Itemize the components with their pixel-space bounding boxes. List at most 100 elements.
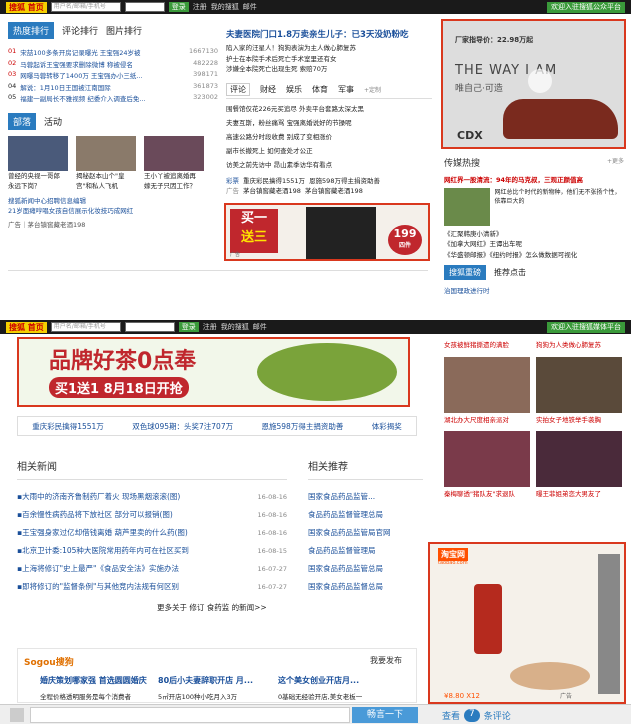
hot-headline[interactable]: 网红界一股清流：94年的马克叔，三观正颜值高 bbox=[444, 175, 624, 186]
rank-item[interactable]: 02 马蓉起诉王宝强要求删除微博 称被侵名 482228 bbox=[8, 59, 218, 71]
pic-caption[interactable]: 狗狗为人类做心肺复苏 bbox=[536, 340, 601, 351]
media-platform-link[interactable]: 欢迎入驻搜狐公众平台 bbox=[547, 1, 625, 13]
more-related-link[interactable]: 更多关于 修订 食药监 的新闻>> bbox=[157, 602, 287, 613]
rank-item[interactable]: 05 福建一副局长不雅视频 纪委介入调查后免... 323002 bbox=[8, 93, 218, 105]
publish-link[interactable]: 我要发布 bbox=[370, 655, 402, 666]
pic-caption[interactable]: 湖北办大尺度相亲派对 bbox=[444, 415, 530, 426]
username-input[interactable]: 用户名/邮箱/手机号 bbox=[50, 2, 121, 12]
register-link-2[interactable]: 注册 bbox=[203, 322, 217, 332]
tab-military[interactable]: 军事 bbox=[338, 84, 354, 95]
news-item[interactable]: 陷入家的汪星人！狗狗表演为主人做心肺复苏 bbox=[226, 43, 432, 54]
tab-comment-rank[interactable]: 评论排行 bbox=[62, 24, 98, 37]
related-item[interactable]: ▪ 北京卫计委:105种大医院常用药年内可在社区买到 16-08-15 bbox=[17, 542, 287, 560]
view-comments-link[interactable]: 查看 7 条评论 bbox=[442, 709, 511, 722]
related-item[interactable]: ▪ 百余慢性病药品将下放社区 部分可以报销(图) 16-08-16 bbox=[17, 506, 287, 524]
tab-sports[interactable]: 体育 bbox=[312, 84, 328, 95]
login-button-2[interactable]: 登录 bbox=[178, 322, 199, 332]
my-sohu-link[interactable]: 我的搜狐 bbox=[211, 2, 239, 12]
tab-activity[interactable]: 活动 bbox=[44, 115, 62, 128]
mail-link[interactable]: 邮件 bbox=[243, 2, 257, 12]
tab-tribe[interactable]: 部落 bbox=[8, 112, 37, 130]
tab-customize[interactable]: +定制 bbox=[364, 85, 381, 94]
more-link[interactable]: +更多 bbox=[607, 156, 624, 169]
lottery-link[interactable]: 恩施598万得主捐资助善 bbox=[309, 176, 380, 187]
password-input-2[interactable] bbox=[124, 322, 175, 332]
taobao-ad[interactable]: 淘宝网 taobao.com ¥8.80 X12 广告 bbox=[428, 542, 626, 704]
news-item[interactable]: 涉嫌全本院死亡出现生死 索赔70万 bbox=[226, 64, 432, 75]
rec-item[interactable]: 国家食品药品监管... bbox=[308, 488, 423, 506]
rank-item[interactable]: 03 网曝马蓉转移了1400万 王宝强办小三纸... 398171 bbox=[8, 70, 218, 82]
login-button[interactable]: 登录 bbox=[168, 2, 189, 12]
ticker-link[interactable]: 恩施598万得主捐资助善 bbox=[262, 421, 344, 432]
news-item[interactable]: 高速公路分时段收费 别成了变相涨价 bbox=[226, 130, 432, 144]
tab-finance[interactable]: 财经 bbox=[260, 84, 276, 95]
sohu-logo[interactable]: 搜狐 首页 bbox=[6, 1, 47, 13]
sohu-logo-2[interactable]: 搜狐 首页 bbox=[6, 321, 47, 333]
rec-item[interactable]: 国家食品药品监督总局 bbox=[308, 578, 423, 596]
hot-link[interactable]: 《汇聚韩庚小清新》 bbox=[444, 229, 624, 240]
rank-item[interactable]: 01 宋喆100多条开房记录曝光 王宝强24岁被 1667130 bbox=[8, 47, 218, 59]
ad-link[interactable]: 茅台镇窖藏老酒198 bbox=[305, 186, 363, 197]
hot-link[interactable]: 《华盛顿邮报》《纽约时报》怎么做数据可视化 bbox=[444, 250, 624, 261]
comment-submit-button[interactable]: 畅言一下 bbox=[352, 707, 418, 723]
promo-ad[interactable]: 买一 送三 199 四件 广告 bbox=[224, 203, 430, 261]
news-item[interactable]: 访美之前先访中 昂山素季访华有看点 bbox=[226, 158, 432, 172]
tab-hot-rank[interactable]: 热度排行 bbox=[8, 22, 55, 39]
news-item[interactable]: 围餐馆仅花226元买追尽 外卖平台套路太深太黑 bbox=[226, 102, 432, 116]
sogou-ad[interactable]: 这个美女创业开店月... bbox=[278, 675, 359, 686]
tribe-card[interactable]: 揭秘赵本山个"皇 宫"和私人飞机 bbox=[76, 135, 136, 192]
pic-caption[interactable]: 秦梅聊透"猪队友"求退队 bbox=[444, 489, 530, 500]
comment-input[interactable] bbox=[30, 707, 350, 723]
pic-thumb[interactable] bbox=[444, 431, 530, 487]
username-input-2[interactable]: 用户名/邮箱/手机号 bbox=[50, 322, 121, 332]
ad-link[interactable]: 茅台镇窖藏老酒198 bbox=[243, 186, 301, 197]
mail-link-2[interactable]: 邮件 bbox=[253, 322, 267, 332]
tab-comment[interactable]: 评论 bbox=[226, 82, 250, 96]
pic-thumb[interactable] bbox=[536, 356, 622, 413]
tribe-card[interactable]: 曾经的央视一哥郎 永远下岗？ bbox=[8, 135, 68, 192]
rec-item[interactable]: 国家食品药品监管总局 bbox=[308, 560, 423, 578]
tribe-card[interactable]: 王小丫被追离婚再 嫁无子只因工作？ bbox=[144, 135, 204, 192]
news-item[interactable]: 副市长撤死上 如何查处才公正 bbox=[226, 144, 432, 158]
sogou-ad[interactable]: 80后小夫妻辞职开店 月... bbox=[158, 675, 253, 686]
password-input[interactable] bbox=[124, 2, 165, 12]
rank-item[interactable]: 04 解说：1月10日王国被江南国际 361873 bbox=[8, 82, 218, 94]
tab-image-rank[interactable]: 图片排行 bbox=[106, 24, 142, 37]
news-item[interactable]: 护士在本院手术后死亡手术室里还有女 bbox=[226, 54, 432, 65]
pic-caption[interactable]: 女孩被鲜猪撕遗的满脸 bbox=[444, 340, 530, 351]
register-link[interactable]: 注册 bbox=[193, 2, 207, 12]
play-icon[interactable] bbox=[528, 69, 552, 93]
related-item[interactable]: ▪ 大雨中的济南齐鲁制药厂着火 现场黑烟滚滚(图) 16-08-16 bbox=[17, 488, 287, 506]
headline[interactable]: 夫妻医院门口1.8万卖亲生儿子：已3天没奶粉吃 bbox=[226, 28, 432, 40]
tribe-link[interactable]: 21岁面瘫哼唱女孩自信展示化妆技巧成网红 bbox=[8, 206, 218, 217]
sogou-ad[interactable]: 婚庆策划哪家强 首选圆圆婚庆 bbox=[40, 675, 147, 686]
thumbnail-strip[interactable] bbox=[598, 554, 620, 694]
related-item[interactable]: ▪ 王宝强身家过亿却借钱离婚 葫芦里卖的什么药(图) 16-08-16 bbox=[17, 524, 287, 542]
ticker-link[interactable]: 体彩揭奖 bbox=[372, 421, 402, 432]
ticker-link[interactable]: 重庆彩民擒得1551万 bbox=[32, 421, 104, 432]
rec-item[interactable]: 国家食品药品监管局官网 bbox=[308, 524, 423, 542]
tribe-ad[interactable]: 广告｜茅台镇窖藏老酒198 bbox=[8, 220, 218, 231]
related-item[interactable]: ▪ 上海将修订"史上最严"《食品安全法》实施办法 16-07-27 bbox=[17, 560, 287, 578]
tab-recommend[interactable]: 推荐点击 bbox=[494, 267, 526, 278]
media-platform-link-2[interactable]: 欢迎入驻搜狐媒体平台 bbox=[547, 321, 625, 333]
pic-thumb[interactable] bbox=[444, 356, 530, 413]
tribe-link[interactable]: 搜狐新闻中心招聘信息编辑 bbox=[8, 196, 218, 207]
pic-caption[interactable]: 实拍女子地铁举手袭胸 bbox=[536, 415, 601, 426]
tab-entertainment[interactable]: 娱乐 bbox=[286, 84, 302, 95]
tea-banner[interactable]: 品牌好茶0点奉 买1送1 8月18日开抢 bbox=[17, 337, 410, 407]
tab-heavy[interactable]: 搜狐重磅 bbox=[444, 265, 486, 280]
pic-caption[interactable]: 曝王菲姐弟恋大男友了 bbox=[536, 489, 601, 500]
lottery-link[interactable]: 重庆彩民擒得1551万 bbox=[243, 176, 305, 187]
ticker-link[interactable]: 双色球095期：头奖7注707万 bbox=[132, 421, 233, 432]
sub-link[interactable]: 治国理政进行时 bbox=[444, 286, 624, 297]
brand-row bbox=[8, 270, 428, 290]
pic-thumb[interactable] bbox=[536, 431, 622, 487]
hot-link[interactable]: 《加拿大网红》王谭出车呢 bbox=[444, 239, 624, 250]
my-sohu-link-2[interactable]: 我的搜狐 bbox=[221, 322, 249, 332]
car-ad[interactable]: 厂家指导价：22.98万起 THE WAY I AM 唯自己·可造 CDX bbox=[441, 19, 626, 149]
rec-item[interactable]: 食品药品监督管理总局 bbox=[308, 506, 423, 524]
rec-item[interactable]: 食品药品监督管理局 bbox=[308, 542, 423, 560]
news-item[interactable]: 夫妻互斯，粉丝痛骂 宝强离婚说好的节操呢 bbox=[226, 116, 432, 130]
related-item[interactable]: ▪ 即将修订的"监督条例"与其他竞内法规有何区别 16-07-27 bbox=[17, 578, 287, 596]
